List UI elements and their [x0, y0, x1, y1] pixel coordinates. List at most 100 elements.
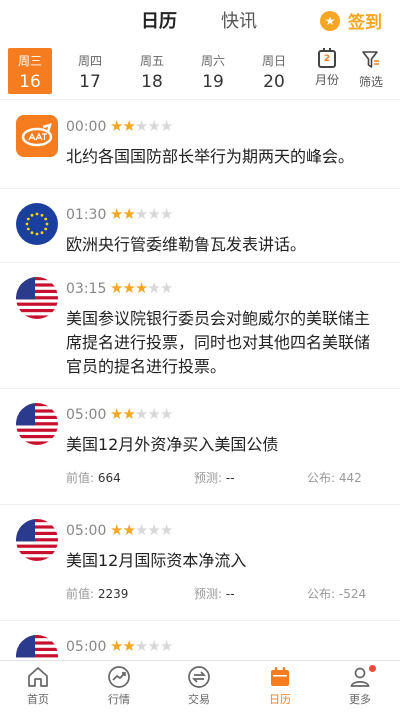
star-filled-icon: ★: [122, 117, 135, 135]
filter-button[interactable]: 筛选: [351, 50, 391, 90]
nav-label: 行情: [108, 693, 130, 706]
date-item[interactable]: 周六 19: [191, 48, 235, 94]
star-empty-icon: ★: [147, 637, 160, 655]
forecast-number: --: [225, 587, 235, 601]
coin-icon: ★: [320, 10, 340, 31]
event-title: 美国12月国际资本净流入: [66, 551, 247, 570]
star-filled-icon: ★: [110, 279, 123, 297]
actual-number: 442: [338, 471, 362, 485]
nav-calendar[interactable]: 日历: [250, 665, 310, 707]
star-empty-icon: ★: [147, 117, 160, 135]
star-filled-icon: ★: [122, 205, 135, 223]
star-empty-icon: ★: [134, 637, 148, 655]
event-values: 前值: 2239 预测: -- 公布: -524: [0, 585, 400, 605]
star-empty-icon: ★: [134, 405, 148, 423]
tab-news[interactable]: 快讯: [221, 7, 257, 33]
month-label: 月份: [314, 73, 339, 87]
nav-market[interactable]: 行情: [89, 665, 149, 707]
event-time: 05:00: [66, 523, 107, 539]
event-item[interactable]: 01:30 ★★★★★ 欧洲央行管委维勒鲁瓦发表讲话。: [0, 189, 400, 263]
star-empty-icon: ★: [134, 117, 148, 135]
event-item[interactable]: 03:15 ★★★★★ 美国参议院银行委员会对鲍威尔的美联储主席提名进行投票，同…: [0, 263, 400, 389]
top-bar: 日历 快讯 ★ 签到: [0, 0, 400, 40]
forecast-value: 预测: --: [194, 469, 235, 486]
home-icon: [28, 667, 48, 687]
event-item[interactable]: 05:00 ★★★★★ 美国12月国际资本净流入 前值: 2239 预测: --…: [0, 505, 400, 621]
actual-label: 公布:: [307, 471, 336, 485]
importance-stars: ★★★★★: [110, 117, 173, 135]
bottom-nav: 首页 行情 交易 日历 更多: [0, 660, 400, 712]
nav-label: 日历: [269, 693, 291, 706]
nav-label: 交易: [188, 693, 210, 706]
month-picker-button[interactable]: 2 月份: [307, 48, 347, 88]
date-day: 20: [263, 72, 285, 92]
event-item[interactable]: 05:00 ★★★★★ 美国12月外资净买入美国公债 前值: 664 预测: -…: [0, 389, 400, 505]
date-day: 19: [202, 72, 224, 92]
star-empty-icon: ★: [159, 521, 173, 539]
nav-home[interactable]: 首页: [8, 665, 68, 707]
star-empty-icon: ★: [134, 521, 148, 539]
forecast-label: 预测:: [194, 587, 223, 601]
date-selector: 周三 16 周四 17 周五 18 周六 19 周日 20 2 月份 筛选: [0, 44, 400, 100]
star-empty-icon: ★: [159, 205, 173, 223]
date-weekday: 周五: [139, 54, 164, 68]
actual-label: 公布:: [307, 587, 336, 601]
date-item[interactable]: 周五 18: [130, 48, 174, 94]
event-item[interactable]: 00:00 ★★★★★ 北约各国国防部长举行为期两天的峰会。: [0, 101, 400, 189]
event-title: 美国12月外资净买入美国公债: [66, 435, 279, 454]
event-time: 01:30: [66, 207, 107, 223]
star-filled-icon: ★: [134, 279, 148, 297]
trade-icon: [188, 666, 210, 688]
filter-label: 筛选: [358, 75, 383, 89]
previous-value: 前值: 2239: [66, 585, 128, 602]
star-empty-icon: ★: [159, 405, 173, 423]
star-filled-icon: ★: [122, 405, 135, 423]
date-weekday: 周日: [261, 54, 286, 68]
actual-value: 公布: 442: [307, 469, 362, 486]
star-filled-icon: ★: [122, 637, 135, 655]
date-item[interactable]: 周日 20: [252, 48, 296, 94]
signin-button[interactable]: ★ 签到: [320, 8, 382, 33]
previous-label: 前值:: [66, 471, 95, 485]
star-filled-icon: ★: [110, 117, 123, 135]
star-filled-icon: ★: [110, 405, 123, 423]
importance-stars: ★★★★★: [110, 279, 173, 297]
star-empty-icon: ★: [159, 117, 173, 135]
star-empty-icon: ★: [159, 279, 173, 297]
signin-label: 签到: [348, 13, 382, 33]
star-empty-icon: ★: [147, 279, 160, 297]
star-empty-icon: ★: [147, 521, 160, 539]
date-day: 16: [19, 72, 41, 92]
date-day: 17: [79, 72, 101, 92]
nav-label: 首页: [27, 693, 49, 706]
star-filled-icon: ★: [122, 279, 135, 297]
eu-flag-icon: [16, 203, 58, 245]
date-weekday: 周三: [17, 54, 42, 68]
event-time: 03:15: [66, 281, 107, 297]
importance-stars: ★★★★★: [110, 521, 173, 539]
us-flag-icon: [16, 519, 58, 561]
market-icon: [108, 666, 130, 688]
date-item[interactable]: 周四 17: [68, 48, 112, 94]
notification-dot: [369, 665, 376, 672]
importance-stars: ★★★★★: [110, 205, 173, 223]
importance-stars: ★★★★★: [110, 405, 173, 423]
us-flag-icon: [16, 635, 58, 660]
calendar-month-icon: 2: [318, 48, 336, 68]
us-flag-icon: [16, 277, 58, 319]
event-time: 05:00: [66, 639, 107, 655]
star-filled-icon: ★: [122, 521, 135, 539]
date-item[interactable]: 周三 16: [8, 48, 52, 94]
event-list[interactable]: 00:00 ★★★★★ 北约各国国防部长举行为期两天的峰会。 01:30 ★★★…: [0, 101, 400, 660]
event-item[interactable]: 05:00 ★★★★★: [0, 621, 400, 660]
nav-trade[interactable]: 交易: [169, 665, 229, 707]
us-flag-icon: [16, 403, 58, 445]
event-title: 欧洲央行管委维勒鲁瓦发表讲话。: [66, 235, 307, 254]
tab-calendar[interactable]: 日历: [141, 7, 177, 33]
previous-number: 2239: [97, 587, 129, 601]
previous-value: 前值: 664: [66, 469, 121, 486]
forecast-value: 预测: --: [194, 585, 235, 602]
nav-more[interactable]: 更多: [330, 665, 390, 707]
importance-stars: ★★★★★: [110, 637, 173, 655]
star-empty-icon: ★: [159, 637, 173, 655]
